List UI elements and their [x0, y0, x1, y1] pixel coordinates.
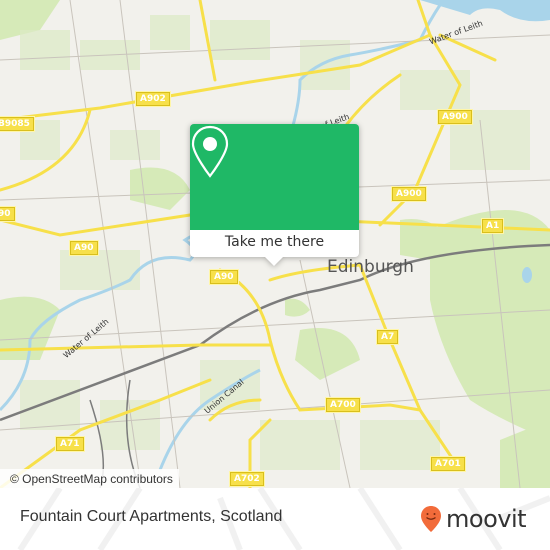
road-label-a701: A701: [430, 456, 466, 472]
moovit-wordmark: moovit: [446, 505, 527, 533]
pond: [522, 267, 532, 283]
road-label-a900-north: A900: [437, 109, 473, 125]
road-label-a700: A700: [325, 397, 361, 413]
park-west: [130, 167, 190, 210]
moovit-pin-icon: [421, 506, 441, 532]
road-label-a90-south: A90: [209, 269, 239, 285]
map-view[interactable]: A902 B9085 90 A90 A90 A900 A900 A1 A7 A7…: [0, 0, 550, 488]
take-me-there-button[interactable]: Take me there: [190, 230, 359, 257]
place-title: Fountain Court Apartments, Scotland: [20, 508, 283, 525]
leith-docks: [420, 0, 550, 22]
meadows: [295, 328, 360, 380]
road-label-a71: A71: [55, 436, 85, 452]
road-label-a7: A7: [375, 329, 400, 345]
road-label-a902: A902: [135, 91, 171, 107]
castle-area: [285, 298, 310, 317]
popup-header: [190, 124, 359, 230]
park-se: [500, 420, 550, 488]
road-label-a1: A1: [480, 218, 505, 234]
footer-bar: Fountain Court Apartments, Scotland moov…: [0, 488, 550, 550]
map-pin-icon: [191, 125, 229, 178]
road-label-a90-west: 90: [0, 206, 16, 222]
location-popup[interactable]: Take me there: [190, 124, 359, 266]
map-attribution[interactable]: © OpenStreetMap contributors: [0, 469, 179, 488]
popup-pointer: [264, 256, 284, 266]
road-label-b9085: B9085: [0, 116, 35, 132]
road-label-a702: A702: [229, 471, 265, 487]
city-label-edinburgh: Edinburgh: [327, 257, 414, 277]
holyrood-park: [430, 210, 550, 440]
moovit-logo[interactable]: moovit: [420, 504, 527, 534]
road-label-a90-mid: A90: [69, 240, 99, 256]
road-label-a900-mid: A900: [391, 186, 427, 202]
